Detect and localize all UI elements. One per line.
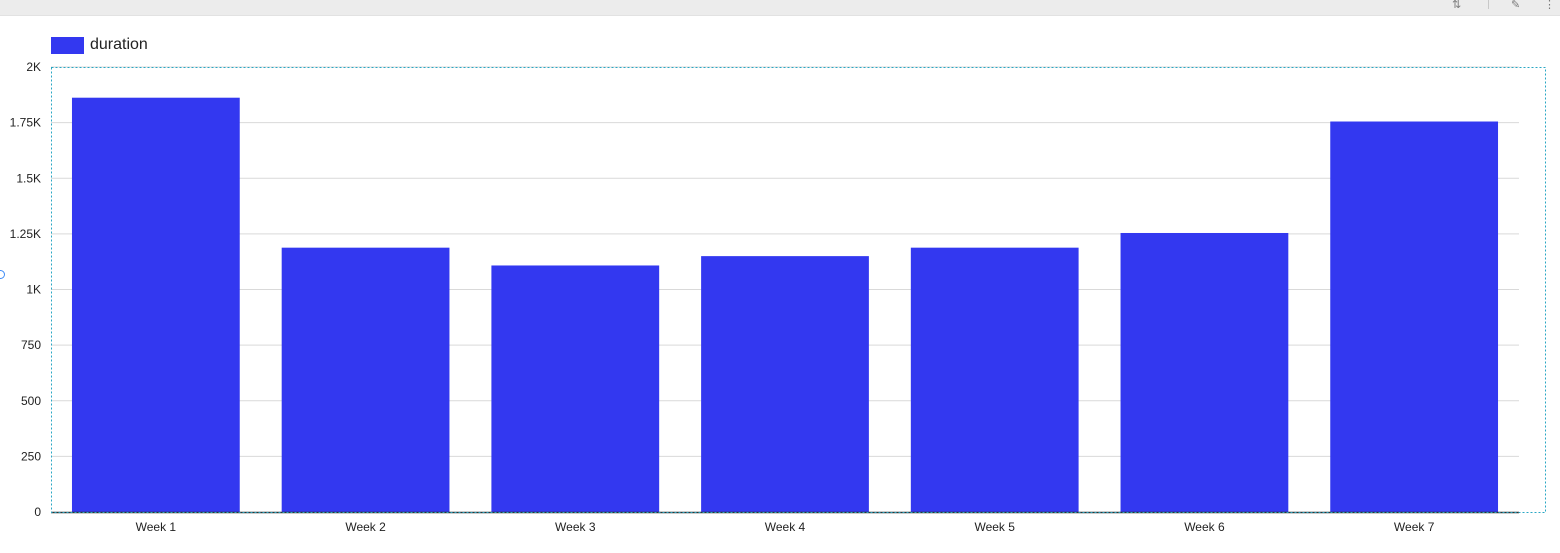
x-tick-label: Week 4 (765, 520, 806, 534)
bar (491, 265, 660, 512)
y-tick-label: 2K (26, 60, 41, 74)
y-tick-label: 250 (21, 449, 41, 463)
x-tick-label: Week 1 (136, 520, 177, 534)
x-tick-label: Week 5 (974, 520, 1015, 534)
bar-chart: 0 250 500 750 1K 1.25K 1.5K 1.75K 2K Week 1 Week 2… (10, 60, 1546, 534)
y-tick-label: 1.25K (10, 227, 41, 241)
y-tick-label: 750 (21, 338, 41, 352)
y-tick-label: 500 (21, 394, 41, 408)
x-tick-label: Week 3 (555, 520, 596, 534)
bar (1330, 121, 1499, 512)
bar (701, 256, 869, 512)
x-tick-label: Week 6 (1184, 520, 1225, 534)
x-tick-label: Week 7 (1394, 520, 1435, 534)
x-tick-label: Week 2 (345, 520, 386, 534)
bar (910, 247, 1079, 513)
bar (1120, 232, 1289, 513)
y-tick-label: 1K (26, 283, 41, 297)
bar (281, 247, 450, 513)
y-tick-label: 0 (34, 505, 41, 519)
bar (71, 97, 240, 512)
y-tick-label: 1.75K (10, 116, 41, 130)
y-tick-label: 1.5K (16, 171, 41, 185)
